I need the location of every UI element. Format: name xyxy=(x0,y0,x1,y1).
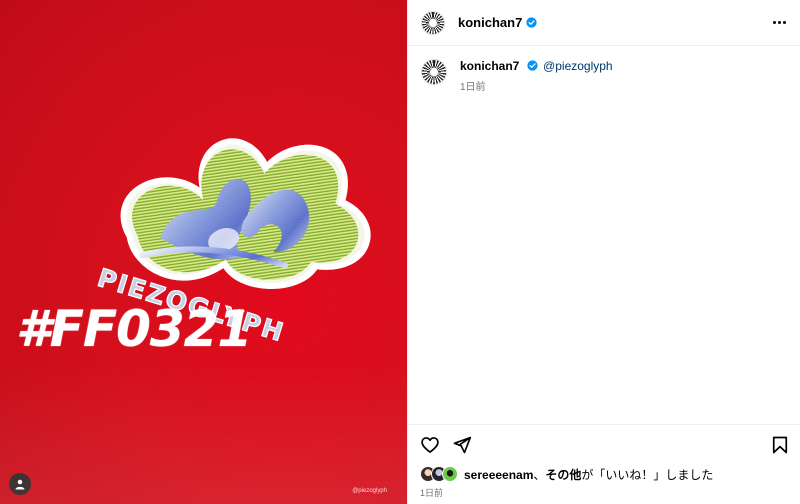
avatar[interactable] xyxy=(421,10,445,35)
bookmark-icon xyxy=(772,436,788,453)
liker-avatar xyxy=(442,466,458,482)
share-button[interactable] xyxy=(450,433,474,457)
verified-badge-icon xyxy=(527,60,538,71)
likes-summary: sereeeenam、その他が「いいね！」しました xyxy=(408,464,800,484)
mention-link[interactable]: @piezoglyph xyxy=(543,59,613,73)
save-button[interactable] xyxy=(768,433,792,457)
person-icon xyxy=(15,479,25,490)
action-bar xyxy=(408,424,800,464)
caption: konichan7 @piezoglyph 1日前 xyxy=(421,59,787,95)
paper-plane-icon xyxy=(453,436,472,453)
caption-avatar[interactable] xyxy=(421,59,447,85)
more-dot-icon xyxy=(778,21,781,24)
likes-separator: 、 xyxy=(533,467,546,482)
comments-section: konichan7 @piezoglyph 1日前 xyxy=(408,46,800,424)
liker-avatars[interactable] xyxy=(420,466,458,482)
more-options-button[interactable] xyxy=(773,21,786,24)
tagged-users-button[interactable] xyxy=(9,473,31,495)
post-image[interactable]: PIEZOGLYPH #FF0321 @piezoglyph xyxy=(0,0,407,504)
likes-others-link[interactable]: その他 xyxy=(545,468,581,482)
hashtag-text: #FF0321 xyxy=(16,300,252,358)
post-side-panel: konichan7 konichan7 @piezoglyph 1日前 sere… xyxy=(407,0,800,504)
watermark-text: @piezoglyph xyxy=(352,488,387,494)
more-dot-icon xyxy=(773,21,776,24)
caption-time[interactable]: 1日前 xyxy=(460,80,613,95)
post-header: konichan7 xyxy=(408,0,800,46)
caption-username[interactable]: konichan7 xyxy=(460,59,519,73)
post-time[interactable]: 1日前 xyxy=(408,484,800,498)
caption-body: konichan7 @piezoglyph 1日前 xyxy=(460,59,613,95)
verified-badge-icon xyxy=(526,17,537,28)
likes-suffix: が「いいね！」しました xyxy=(581,467,714,482)
piezoglyph-artwork: PIEZOGLYPH xyxy=(94,138,371,348)
more-dot-icon xyxy=(783,21,786,24)
heart-icon xyxy=(421,436,439,453)
header-username[interactable]: konichan7 xyxy=(458,15,522,30)
like-button[interactable] xyxy=(418,433,442,457)
liker-username[interactable]: sereeeenam xyxy=(464,468,533,482)
post-modal: PIEZOGLYPH #FF0321 @piezoglyph konichan7 xyxy=(0,0,800,504)
